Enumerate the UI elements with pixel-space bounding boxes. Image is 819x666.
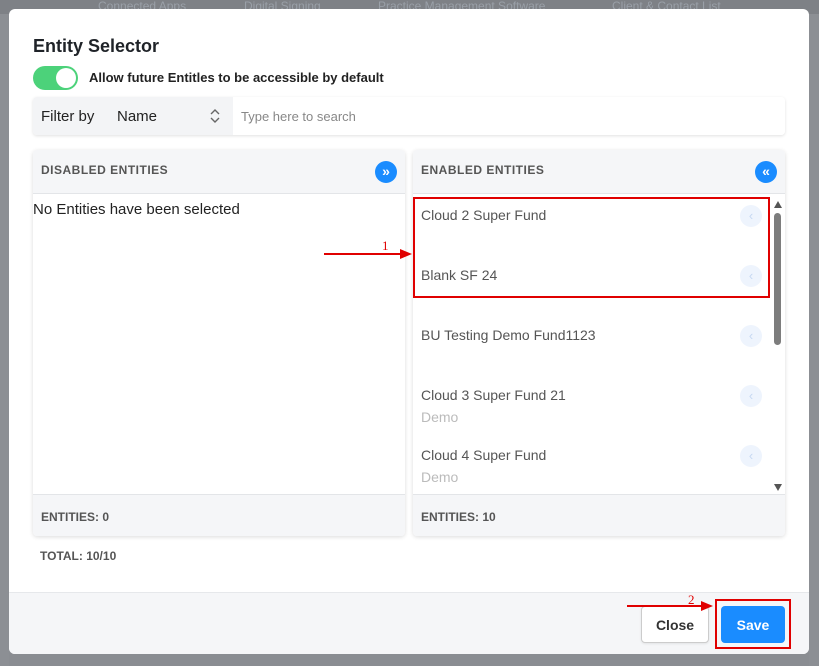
filter-by-label: Filter by [41, 108, 95, 125]
scroll-down-icon[interactable] [774, 484, 782, 491]
panel-header: ENABLED ENTITIES « [413, 150, 785, 194]
chevron-left-icon: ‹ [748, 268, 754, 283]
allow-future-entities-toggle[interactable] [33, 66, 78, 90]
toggle-knob [56, 68, 76, 88]
close-button[interactable]: Close [641, 606, 709, 643]
filter-bar: Filter by Name [33, 97, 785, 135]
list-item[interactable]: Cloud 3 Super Fund 21 Demo ‹ [413, 375, 769, 435]
save-button[interactable]: Save [721, 606, 785, 643]
panel-header: DISABLED ENTITIES » [33, 150, 405, 194]
panel-footer: ENTITIES: 10 [413, 494, 785, 536]
disabled-entities-panel: DISABLED ENTITIES » No Entities have bee… [33, 150, 405, 536]
background-sidebar [0, 14, 9, 666]
chevron-left-icon: ‹ [748, 328, 754, 343]
list-item[interactable]: Cloud 4 Super Fund Demo ‹ [413, 435, 769, 495]
background-right-edge [809, 14, 819, 666]
list-item[interactable]: Blank SF 24 ‹ [413, 255, 769, 315]
entity-name: Cloud 4 Super Fund [421, 447, 547, 463]
list-scrollbar[interactable] [771, 195, 785, 495]
move-all-left-button[interactable]: « [755, 161, 777, 183]
filter-field-select[interactable]: Name [117, 108, 157, 125]
dialog-title: Entity Selector [33, 36, 160, 56]
select-updown-icon[interactable] [209, 106, 221, 126]
disable-entity-button[interactable]: ‹ [740, 265, 762, 287]
total-count: TOTAL: 10/10 [40, 549, 117, 563]
enabled-entities-list[interactable]: Cloud 2 Super Fund ‹ Blank SF 24 ‹ BU Te… [413, 195, 785, 495]
disable-entity-button[interactable]: ‹ [740, 325, 762, 347]
panel-footer: ENTITIES: 0 [33, 494, 405, 536]
move-all-right-button[interactable]: » [375, 161, 397, 183]
entity-selector-dialog: Entity Selector Allow future Entitles to… [9, 9, 809, 654]
empty-state-text: No Entities have been selected [33, 201, 240, 218]
scroll-up-icon[interactable] [774, 201, 782, 208]
double-chevron-right-icon: » [382, 163, 390, 179]
entity-subtitle: Demo [421, 469, 459, 485]
entities-count: ENTITIES: 0 [41, 510, 110, 524]
list-item[interactable]: BU Testing Demo Fund1123 ‹ [413, 315, 769, 375]
panel-header-title: DISABLED ENTITIES [41, 163, 169, 177]
dialog-footer: Close Save [9, 592, 809, 654]
entity-name: Blank SF 24 [421, 267, 498, 283]
disable-entity-button[interactable]: ‹ [740, 205, 762, 227]
enabled-entities-panel: ENABLED ENTITIES « Cloud 2 Super Fund ‹ … [413, 150, 785, 536]
disabled-entities-list: No Entities have been selected [33, 195, 405, 495]
entities-count: ENTITIES: 10 [421, 510, 496, 524]
chevron-left-icon: ‹ [748, 388, 754, 403]
disable-entity-button[interactable]: ‹ [740, 385, 762, 407]
list-item[interactable]: Cloud 2 Super Fund ‹ [413, 195, 769, 255]
entity-name: BU Testing Demo Fund1123 [421, 327, 596, 343]
filter-by-group: Filter by Name [33, 97, 233, 135]
disable-entity-button[interactable]: ‹ [740, 445, 762, 467]
panel-header-title: ENABLED ENTITIES [421, 163, 545, 177]
scrollbar-thumb[interactable] [774, 213, 781, 345]
chevron-left-icon: ‹ [748, 448, 754, 463]
chevron-left-icon: ‹ [748, 208, 754, 223]
entity-subtitle: Demo [421, 409, 459, 425]
entity-name: Cloud 2 Super Fund [421, 207, 547, 223]
double-chevron-left-icon: « [762, 163, 770, 179]
entity-name: Cloud 3 Super Fund 21 [421, 387, 566, 403]
search-input[interactable] [233, 97, 785, 135]
toggle-label: Allow future Entitles to be accessible b… [89, 70, 384, 85]
